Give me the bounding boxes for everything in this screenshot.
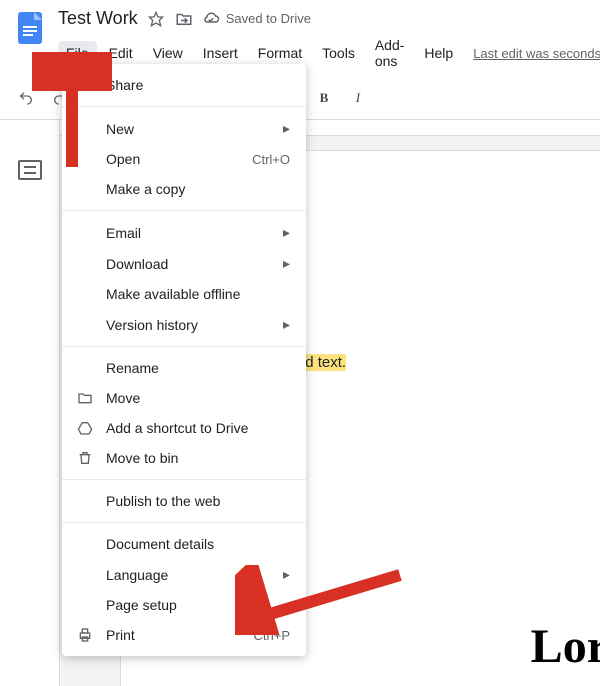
menu-separator: [62, 210, 306, 211]
document-title[interactable]: Test Work: [58, 8, 138, 29]
chevron-right-icon: ▸: [283, 255, 290, 272]
chevron-right-icon: ▸: [283, 316, 290, 333]
menu-label: Publish to the web: [106, 493, 220, 509]
menu-view[interactable]: View: [145, 41, 191, 65]
chevron-right-icon: ▸: [283, 224, 290, 241]
menu-label: Language: [106, 567, 168, 583]
menu-insert[interactable]: Insert: [195, 41, 246, 65]
shortcut-text: Ctrl+O: [252, 152, 290, 167]
menu-label: Add a shortcut to Drive: [106, 420, 248, 436]
menu-publish[interactable]: Publish to the web: [62, 486, 306, 516]
bold-button[interactable]: B: [310, 84, 338, 112]
menu-doc-details[interactable]: Document details: [62, 529, 306, 559]
menu-separator: [62, 479, 306, 480]
menu-separator: [62, 346, 306, 347]
star-icon[interactable]: [146, 9, 166, 29]
saved-status-text: Saved to Drive: [226, 11, 311, 26]
left-sidebar: [0, 120, 60, 686]
menu-tools[interactable]: Tools: [314, 41, 363, 65]
menu-help[interactable]: Help: [416, 41, 461, 65]
menu-label: Document details: [106, 536, 214, 552]
menu-label: Rename: [106, 360, 159, 376]
menu-rename[interactable]: Rename: [62, 353, 306, 383]
move-folder-icon[interactable]: [174, 9, 194, 29]
menu-label: Print: [106, 627, 135, 643]
menu-label: Email: [106, 225, 141, 241]
menu-label: Make a copy: [106, 181, 185, 197]
menu-label: Version history: [106, 317, 198, 333]
last-edit-link[interactable]: Last edit was seconds ago: [473, 46, 600, 61]
drive-shortcut-icon: [76, 420, 94, 436]
docs-logo[interactable]: [12, 10, 48, 46]
cloud-icon: [202, 10, 220, 28]
trash-icon: [76, 450, 94, 466]
folder-icon: [76, 390, 94, 406]
clipped-text: Lor: [531, 619, 600, 674]
menu-move-to-bin[interactable]: Move to bin: [62, 443, 306, 473]
menu-version-history[interactable]: Version history ▸: [62, 309, 306, 340]
menu-separator: [62, 522, 306, 523]
menu-add-shortcut[interactable]: Add a shortcut to Drive: [62, 413, 306, 443]
italic-button[interactable]: I: [344, 84, 372, 112]
menu-format[interactable]: Format: [250, 41, 310, 65]
menu-label: Move to bin: [106, 450, 178, 466]
title-row: Test Work Saved to Drive: [58, 8, 600, 29]
print-icon: [76, 627, 94, 643]
menu-email[interactable]: Email ▸: [62, 217, 306, 248]
annotation-arrow-1: [32, 52, 112, 172]
menu-label: Move: [106, 390, 140, 406]
menu-label: Make available offline: [106, 286, 240, 302]
menu-addons[interactable]: Add-ons: [367, 33, 413, 73]
annotation-arrow-2: [235, 565, 405, 635]
menu-make-copy[interactable]: Make a copy: [62, 174, 306, 204]
menu-move[interactable]: Move: [62, 383, 306, 413]
menu-label: Page setup: [106, 597, 177, 613]
menu-offline[interactable]: Make available offline: [62, 279, 306, 309]
saved-status[interactable]: Saved to Drive: [202, 10, 311, 28]
menu-label: Download: [106, 256, 168, 272]
menu-download[interactable]: Download ▸: [62, 248, 306, 279]
chevron-right-icon: ▸: [283, 120, 290, 137]
